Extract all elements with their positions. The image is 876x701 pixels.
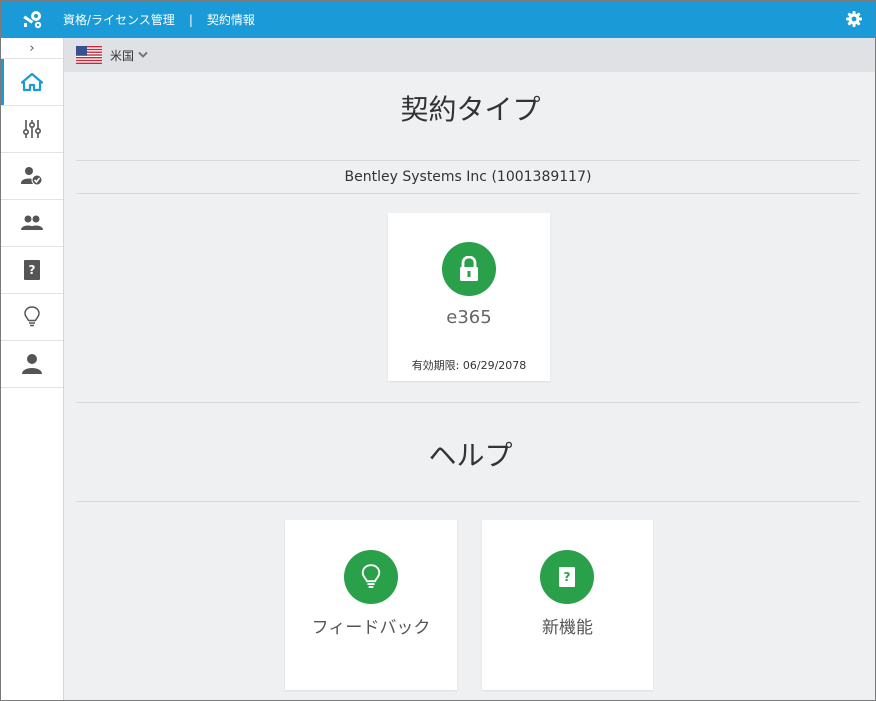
page-title: 契約情報: [206, 13, 255, 27]
sliders-icon: [22, 120, 42, 138]
breadcrumb-separator: |: [188, 13, 193, 27]
country-selector[interactable]: 米国: [110, 47, 148, 64]
breadcrumb: 資格/ライセンス管理 | 契約情報: [63, 1, 255, 38]
book-question-icon: ?: [540, 550, 594, 604]
gear-icon[interactable]: [845, 10, 863, 28]
key-gear-icon[interactable]: [1, 1, 63, 38]
sidebar-expand-button[interactable]: ›: [1, 38, 63, 59]
sidebar-item-ideas[interactable]: [1, 294, 63, 341]
chevron-down-icon: [138, 51, 148, 58]
feedback-card[interactable]: フィードバック: [285, 520, 457, 690]
sidebar-item-user-verified[interactable]: [1, 153, 63, 200]
divider: [76, 402, 860, 403]
users-icon: [21, 215, 43, 230]
sidebar-item-users[interactable]: [1, 200, 63, 247]
whats-new-label: 新機能: [542, 618, 593, 638]
contract-type-name: e365: [446, 307, 492, 328]
user-check-icon: [21, 167, 43, 186]
book-question-icon: ?: [24, 260, 40, 280]
top-bar: 資格/ライセンス管理 | 契約情報: [1, 1, 875, 38]
contract-expiry: 有効期限: 06/29/2078: [411, 359, 527, 372]
main-content: 契約タイプ Bentley Systems Inc (1001389117) e…: [64, 72, 875, 700]
help-section-title: ヘルプ: [428, 439, 513, 472]
sidebar-item-home[interactable]: [1, 59, 63, 106]
region-bar: 米国: [64, 38, 875, 72]
us-flag-icon: [76, 46, 102, 64]
sidebar-item-help-book[interactable]: ?: [1, 247, 63, 294]
divider: [76, 193, 860, 194]
company-name: Bentley Systems Inc (1001389117): [344, 169, 592, 185]
sidebar-item-settings-sliders[interactable]: [1, 106, 63, 153]
contract-card[interactable]: e365 有効期限: 06/29/2078: [388, 213, 550, 381]
sidebar: › ?: [1, 38, 64, 700]
chevron-right-icon: ›: [29, 40, 35, 56]
contract-section-title: 契約タイプ: [400, 93, 541, 126]
user-icon: [22, 354, 42, 374]
lock-icon: [442, 242, 496, 296]
divider: [76, 501, 860, 502]
whats-new-card[interactable]: ? 新機能: [482, 520, 653, 690]
app-title[interactable]: 資格/ライセンス管理: [63, 13, 175, 27]
sidebar-item-profile[interactable]: [1, 341, 63, 388]
lightbulb-icon: [344, 550, 398, 604]
home-icon: [21, 72, 43, 92]
svg-text:?: ?: [29, 263, 36, 277]
country-label: 米国: [110, 48, 135, 63]
feedback-label: フィードバック: [311, 618, 431, 638]
app-window: 資格/ライセンス管理 | 契約情報 › ? 米国 契約タイプ Bentley S…: [0, 0, 876, 701]
lightbulb-icon: [24, 306, 40, 327]
svg-text:?: ?: [564, 570, 571, 584]
